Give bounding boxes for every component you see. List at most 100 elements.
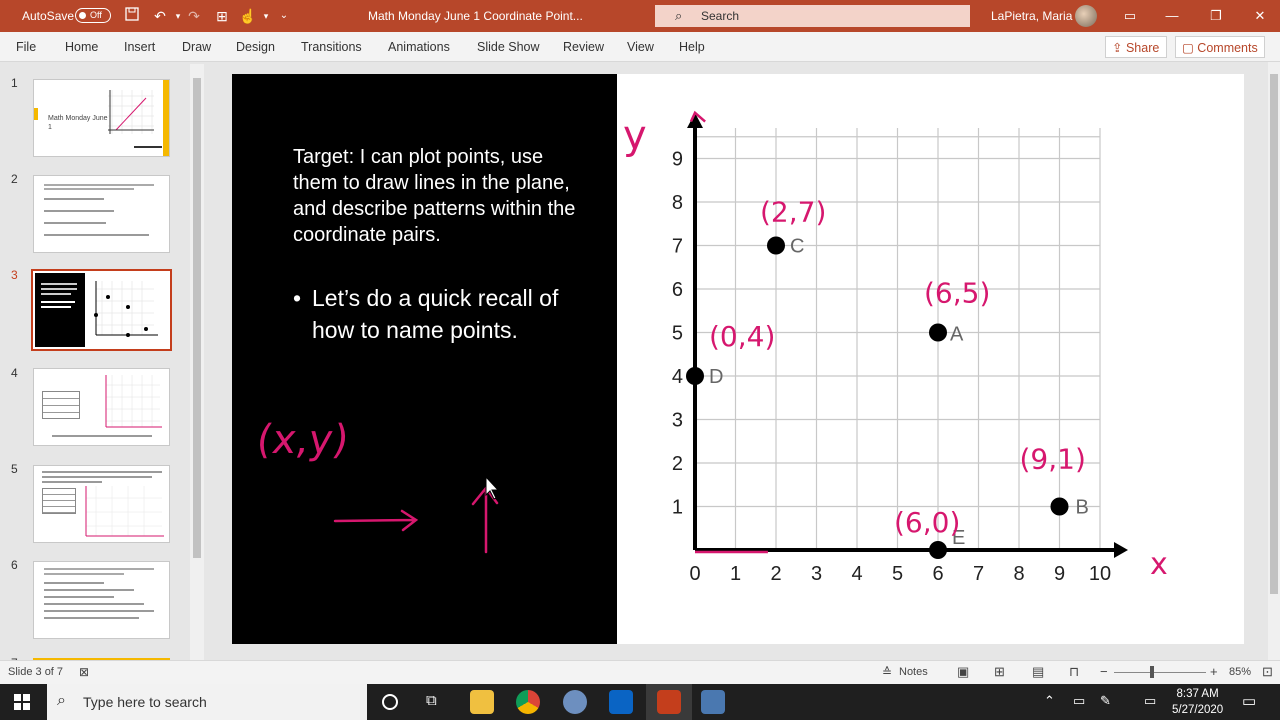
clock[interactable]: 8:37 AM 5/27/2020: [1172, 686, 1223, 718]
right-arrow-annotation: [333, 509, 419, 532]
file-explorer-icon[interactable]: [470, 690, 494, 714]
normal-view-icon[interactable]: ▣: [957, 664, 969, 680]
notes-button[interactable]: Notes: [899, 666, 928, 678]
slide-thumbnail-2[interactable]: [33, 175, 170, 253]
point-c[interactable]: [767, 236, 785, 255]
slide-thumbnail-5[interactable]: [33, 465, 170, 543]
outlook-icon[interactable]: [609, 690, 633, 714]
y-tick-label: 2: [672, 453, 683, 475]
undo-icon[interactable]: ↶: [150, 6, 170, 26]
x-tick-label: 8: [1013, 563, 1024, 585]
tab-slide-show[interactable]: Slide Show: [477, 40, 540, 54]
point-name-a: A: [950, 324, 964, 346]
zoom-slider[interactable]: [1114, 672, 1206, 673]
point-name-d: D: [709, 366, 723, 388]
minimize-icon[interactable]: —: [1160, 6, 1184, 26]
y-tick-label: 5: [672, 323, 683, 345]
zoom-level[interactable]: 85%: [1229, 666, 1251, 678]
zoom-out-button[interactable]: −: [1100, 664, 1108, 679]
slide-thumbnail-3-selected[interactable]: [31, 269, 172, 351]
x-tick-label: 3: [811, 563, 822, 585]
battery-icon[interactable]: ▭: [1073, 693, 1085, 709]
tray-chevron-icon[interactable]: ⌃: [1044, 693, 1055, 709]
ribbon-display-icon[interactable]: ▭: [1118, 6, 1142, 26]
search-box[interactable]: ⌕ Search: [655, 5, 970, 27]
reading-view-icon[interactable]: ▤: [1032, 664, 1044, 680]
thumb-number: 5: [11, 462, 18, 476]
thumb-number: 4: [11, 366, 18, 380]
maximize-icon[interactable]: ❐: [1204, 6, 1228, 26]
taskbar-search[interactable]: ⌕ Type here to search: [47, 684, 367, 720]
tab-transitions[interactable]: Transitions: [301, 40, 362, 54]
chrome-icon[interactable]: [516, 690, 540, 714]
fit-slide-icon[interactable]: ⊡: [1262, 664, 1273, 680]
accessibility-icon[interactable]: ⊠: [79, 665, 89, 679]
point-annotation-b: (9,1): [1020, 443, 1086, 476]
notes-icon[interactable]: ≙: [882, 665, 892, 679]
slide[interactable]: Target: I can plot points, use them to d…: [232, 74, 1244, 644]
zoom-in-button[interactable]: +: [1210, 664, 1218, 679]
search-icon: ⌕: [57, 692, 66, 709]
notification-icon[interactable]: ▭: [1242, 692, 1256, 710]
thumb-number: 2: [11, 172, 18, 186]
tab-help[interactable]: Help: [679, 40, 705, 54]
close-icon[interactable]: ✕: [1248, 6, 1272, 26]
slide-sorter-icon[interactable]: ⊞: [994, 664, 1005, 680]
thumbnail-scrollbar[interactable]: [190, 64, 204, 660]
windows-start-icon[interactable]: [14, 694, 30, 710]
tab-review[interactable]: Review: [563, 40, 604, 54]
slide-thumbnail-pane: 1 Math Monday June 1 2 3 4 5 6: [0, 62, 205, 670]
point-name-c: C: [790, 236, 804, 258]
snip-icon[interactable]: [563, 690, 587, 714]
autosave-toggle[interactable]: Off: [75, 8, 111, 23]
tab-design[interactable]: Design: [236, 40, 275, 54]
save-icon[interactable]: [122, 6, 142, 26]
point-d[interactable]: [686, 367, 704, 385]
slideshow-icon[interactable]: ⊞: [212, 6, 232, 26]
point-annotation-e: (6,0): [894, 506, 960, 539]
left-panel: Target: I can plot points, use them to d…: [232, 74, 617, 644]
app-icon[interactable]: [701, 690, 725, 714]
customize-icon[interactable]: ⌄: [274, 6, 294, 26]
user-name[interactable]: LaPietra, Maria: [991, 9, 1072, 23]
slide-thumbnail-4[interactable]: [33, 368, 170, 446]
share-button[interactable]: ⇪ Share: [1105, 36, 1167, 58]
pen-icon[interactable]: ✎: [1100, 693, 1111, 709]
network-icon[interactable]: ▭: [1144, 693, 1156, 709]
redo-icon[interactable]: ↷: [184, 6, 204, 26]
tab-animations[interactable]: Animations: [388, 40, 450, 54]
windows-taskbar: ⌕ Type here to search ⧉ ⌃ ▭ ✎ ▭ 8:37 AM …: [0, 684, 1280, 720]
point-annotation-d: (0,4): [709, 320, 775, 353]
search-placeholder: Search: [701, 9, 740, 23]
slide-thumbnail-6[interactable]: [33, 561, 170, 639]
tab-draw[interactable]: Draw: [182, 40, 211, 54]
point-b[interactable]: [1050, 497, 1069, 516]
tab-home[interactable]: Home: [65, 40, 98, 54]
title-bar: AutoSave Off ↶ ▾ ↷ ⊞ ☝ ▾ ⌄ Math Monday J…: [0, 0, 1280, 32]
y-tick-label: 3: [672, 410, 683, 432]
thumb-number: 6: [11, 558, 18, 572]
taskbar-search-placeholder: Type here to search: [83, 694, 207, 710]
cortana-icon[interactable]: [382, 694, 398, 710]
slide-thumbnail-1[interactable]: Math Monday June 1: [33, 79, 170, 157]
zoom-slider-handle[interactable]: [1150, 666, 1154, 678]
touch-dropdown-icon[interactable]: ▾: [256, 6, 276, 26]
present-icon[interactable]: ⊓: [1069, 664, 1079, 680]
tab-view[interactable]: View: [627, 40, 654, 54]
point-a[interactable]: [929, 323, 947, 342]
avatar[interactable]: [1075, 5, 1097, 27]
comments-button[interactable]: ▢ Comments: [1175, 36, 1265, 58]
y-tick-label: 8: [672, 192, 683, 214]
x-tick-label: 5: [892, 563, 903, 585]
comments-label: Comments: [1197, 41, 1258, 55]
tab-insert[interactable]: Insert: [124, 40, 155, 54]
thumb-number: 1: [11, 76, 18, 90]
slide-scrollbar[interactable]: [1268, 62, 1280, 660]
share-icon: ⇪: [1112, 41, 1126, 55]
touch-icon[interactable]: ☝: [238, 6, 258, 26]
point-e[interactable]: [929, 541, 947, 559]
point-annotation-c: (2,7): [760, 196, 826, 229]
powerpoint-taskbar-button[interactable]: [646, 684, 692, 720]
task-view-icon[interactable]: ⧉: [426, 692, 437, 709]
tab-file[interactable]: File: [16, 40, 36, 54]
